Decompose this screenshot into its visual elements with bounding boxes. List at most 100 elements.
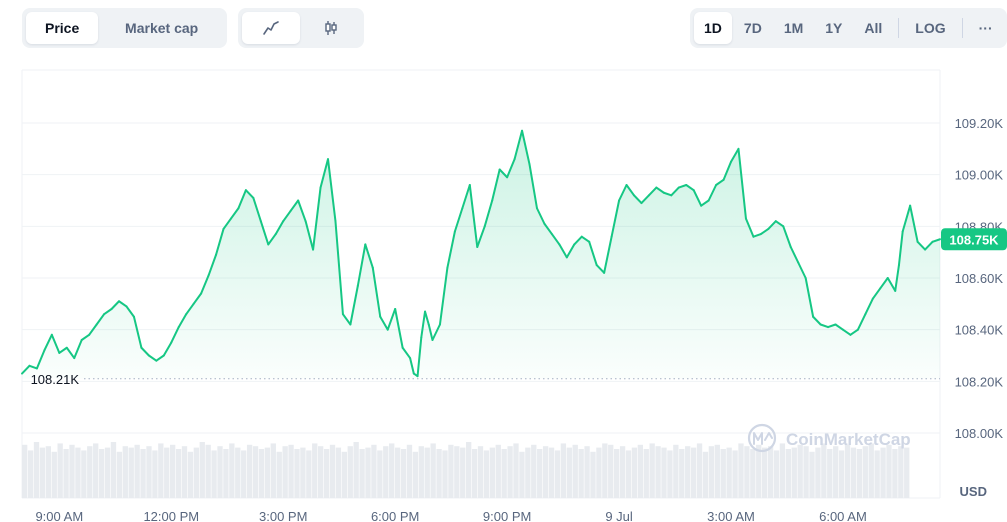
- volume-bar: [353, 442, 359, 498]
- volume-bar: [442, 450, 448, 498]
- volume-bar: [880, 447, 886, 498]
- volume-bar: [371, 444, 377, 498]
- volume-bar: [164, 447, 170, 498]
- currency-label: USD: [959, 484, 987, 499]
- volume-bar: [110, 442, 117, 498]
- coinmarketcap-watermark: CoinMarketCap: [747, 423, 911, 453]
- x-tick-label: 6:00 AM: [819, 509, 867, 522]
- volume-bar: [602, 443, 608, 498]
- x-tick-label: 9 Jul: [605, 509, 633, 522]
- volume-bar: [140, 449, 146, 498]
- volume-bar: [821, 443, 827, 498]
- volume-bar: [181, 446, 188, 498]
- x-tick-label: 9:00 AM: [35, 509, 83, 522]
- volume-bar: [471, 449, 478, 498]
- volume-bar: [767, 446, 774, 498]
- volume-bar: [424, 447, 430, 498]
- volume-bar: [235, 447, 241, 498]
- y-tick-label: 109.20K: [955, 116, 1004, 131]
- volume-bar: [33, 442, 40, 498]
- volume-bar: [584, 446, 590, 498]
- volume-bar: [838, 450, 845, 498]
- volume-bar: [572, 444, 578, 498]
- volume-bar: [566, 447, 572, 498]
- volume-bar: [548, 447, 555, 498]
- volume-bar: [394, 447, 401, 498]
- y-tick-label: 108.40K: [955, 323, 1004, 338]
- volume-bar: [850, 447, 857, 498]
- x-tick-label: 3:00 AM: [707, 509, 755, 522]
- volume-bar: [696, 443, 703, 498]
- volume-bar: [199, 442, 205, 498]
- volume-bar: [477, 446, 484, 498]
- volume-bar: [531, 444, 537, 498]
- x-tick-label: 12:00 PM: [143, 509, 199, 522]
- price-area-fill: [22, 130, 940, 379]
- watermark-text: CoinMarketCap: [786, 430, 911, 449]
- volume-bar: [193, 447, 199, 498]
- volume-bars: [22, 442, 910, 498]
- volume-bar: [312, 443, 318, 498]
- y-axis: 108.00K108.20K108.40K108.60K108.80K109.0…: [955, 116, 1004, 441]
- volume-bar: [116, 451, 123, 498]
- volume-bar: [466, 442, 472, 498]
- volume-bar: [779, 443, 786, 498]
- volume-bar: [87, 446, 93, 498]
- volume-bar: [187, 451, 194, 498]
- current-price-label: 108.75K: [949, 232, 999, 247]
- open-price-label: 108.21K: [31, 372, 80, 387]
- volume-bar: [495, 444, 501, 498]
- volume-bar: [649, 443, 655, 498]
- volume-bar: [246, 444, 253, 498]
- volume-bar: [631, 447, 638, 498]
- volume-bar: [898, 446, 904, 498]
- volume-bar: [418, 446, 424, 498]
- volume-bar: [93, 443, 99, 498]
- volume-bar: [57, 443, 63, 498]
- volume-bar: [258, 449, 265, 498]
- volume-bar: [217, 446, 223, 498]
- volume-bar: [252, 446, 259, 498]
- volume-bar: [412, 451, 419, 498]
- volume-bar: [335, 447, 342, 498]
- volume-bar: [318, 446, 324, 498]
- volume-bar: [661, 447, 667, 498]
- volume-bar: [596, 447, 602, 498]
- volume-bar: [205, 444, 211, 498]
- volume-bar: [69, 444, 75, 498]
- volume-bar: [400, 449, 407, 498]
- volume-bar: [655, 446, 661, 498]
- volume-bar: [75, 447, 81, 498]
- x-tick-label: 3:00 PM: [259, 509, 307, 522]
- volume-bar: [170, 444, 176, 498]
- volume-bar: [643, 449, 649, 498]
- volume-bar: [690, 447, 697, 498]
- volume-bar: [862, 446, 868, 498]
- volume-bar: [128, 447, 134, 498]
- current-price-badge: 108.75K: [941, 228, 1007, 251]
- volume-bar: [637, 444, 643, 498]
- volume-bar: [323, 449, 330, 498]
- volume-bar: [726, 447, 732, 498]
- volume-bar: [63, 449, 69, 498]
- volume-bar: [797, 444, 803, 498]
- volume-bar: [406, 444, 413, 498]
- volume-bar: [685, 446, 691, 498]
- volume-bar: [785, 449, 791, 498]
- volume-bar: [489, 447, 495, 498]
- volume-bar: [756, 444, 762, 498]
- volume-bar: [39, 447, 46, 498]
- volume-bar: [714, 444, 720, 498]
- volume-bar: [22, 444, 28, 498]
- volume-bar: [554, 450, 561, 498]
- volume-bar: [98, 449, 105, 498]
- volume-bar: [904, 447, 910, 498]
- price-chart[interactable]: CoinMarketCap 108.21K 108.00K 108.20K 108.…: [0, 0, 1007, 522]
- volume-bar: [614, 449, 620, 498]
- volume-bar: [679, 449, 685, 498]
- volume-bar: [306, 450, 312, 498]
- volume-bar: [81, 450, 87, 498]
- y-tick-label: 108.60K: [955, 271, 1004, 286]
- y-tick-label: 109.00K: [955, 168, 1004, 183]
- volume-bar: [886, 444, 892, 498]
